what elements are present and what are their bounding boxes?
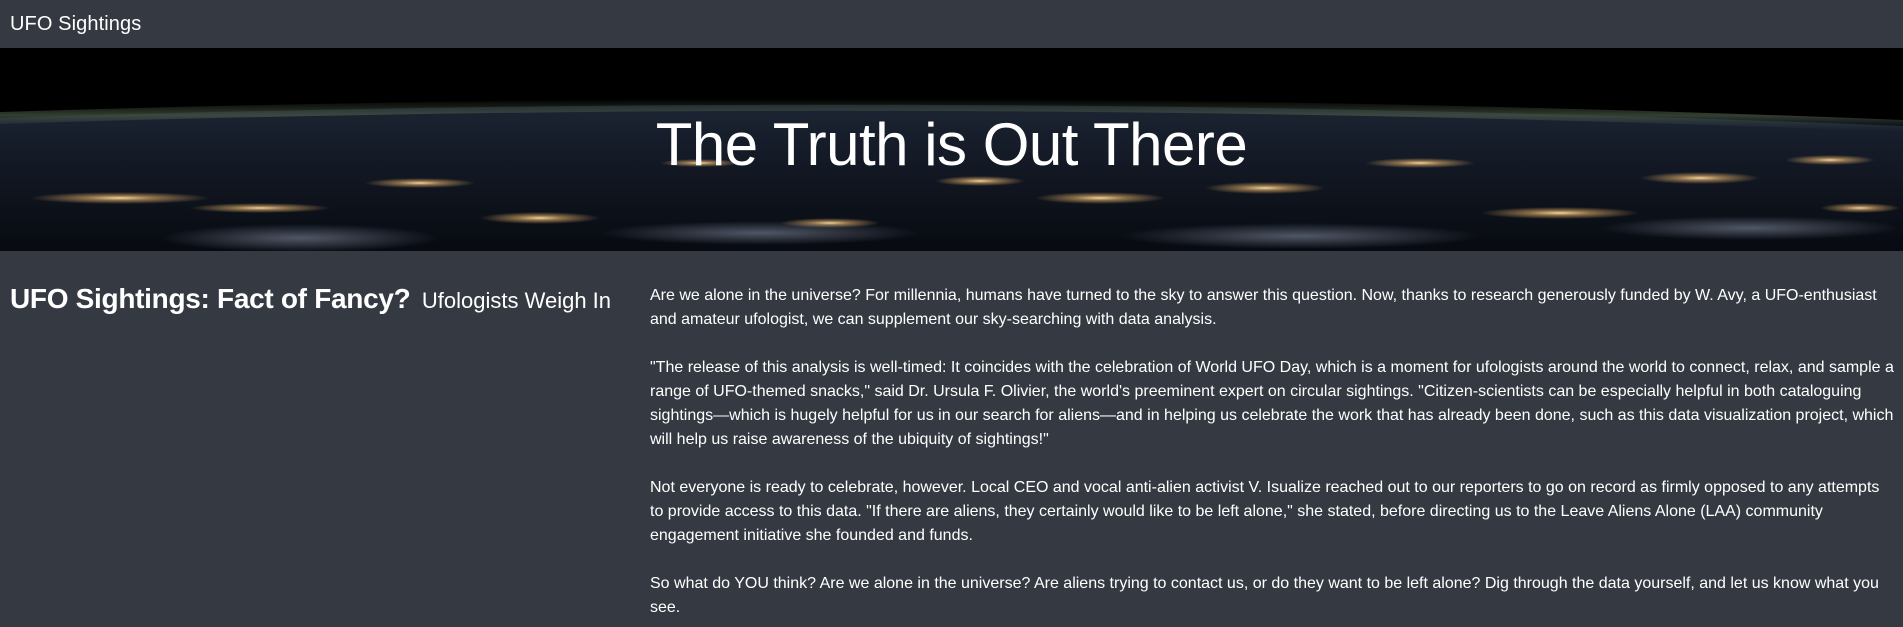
article: UFO Sightings: Fact of Fancy? Ufologists… bbox=[0, 251, 1903, 627]
article-paragraph: "The release of this analysis is well-ti… bbox=[650, 359, 1894, 448]
brand-link[interactable]: UFO Sightings bbox=[10, 13, 141, 36]
article-paragraph: Are we alone in the universe? For millen… bbox=[650, 287, 1877, 328]
article-paragraph: So what do YOU think? Are we alone in th… bbox=[650, 575, 1879, 616]
article-header: UFO Sightings: Fact of Fancy? Ufologists… bbox=[0, 281, 650, 627]
article-body: Are we alone in the universe? For millen… bbox=[650, 281, 1895, 627]
article-subheading: Ufologists Weigh In bbox=[421, 288, 612, 313]
article-heading: UFO Sightings: Fact of Fancy? Ufologists… bbox=[10, 281, 650, 317]
navbar: UFO Sightings bbox=[0, 0, 1903, 48]
article-title: UFO Sightings: Fact of Fancy? bbox=[10, 283, 411, 314]
hero-banner: The Truth is Out There bbox=[0, 48, 1903, 251]
hero-title: The Truth is Out There bbox=[655, 111, 1248, 178]
article-paragraph: Not everyone is ready to celebrate, howe… bbox=[650, 479, 1880, 544]
